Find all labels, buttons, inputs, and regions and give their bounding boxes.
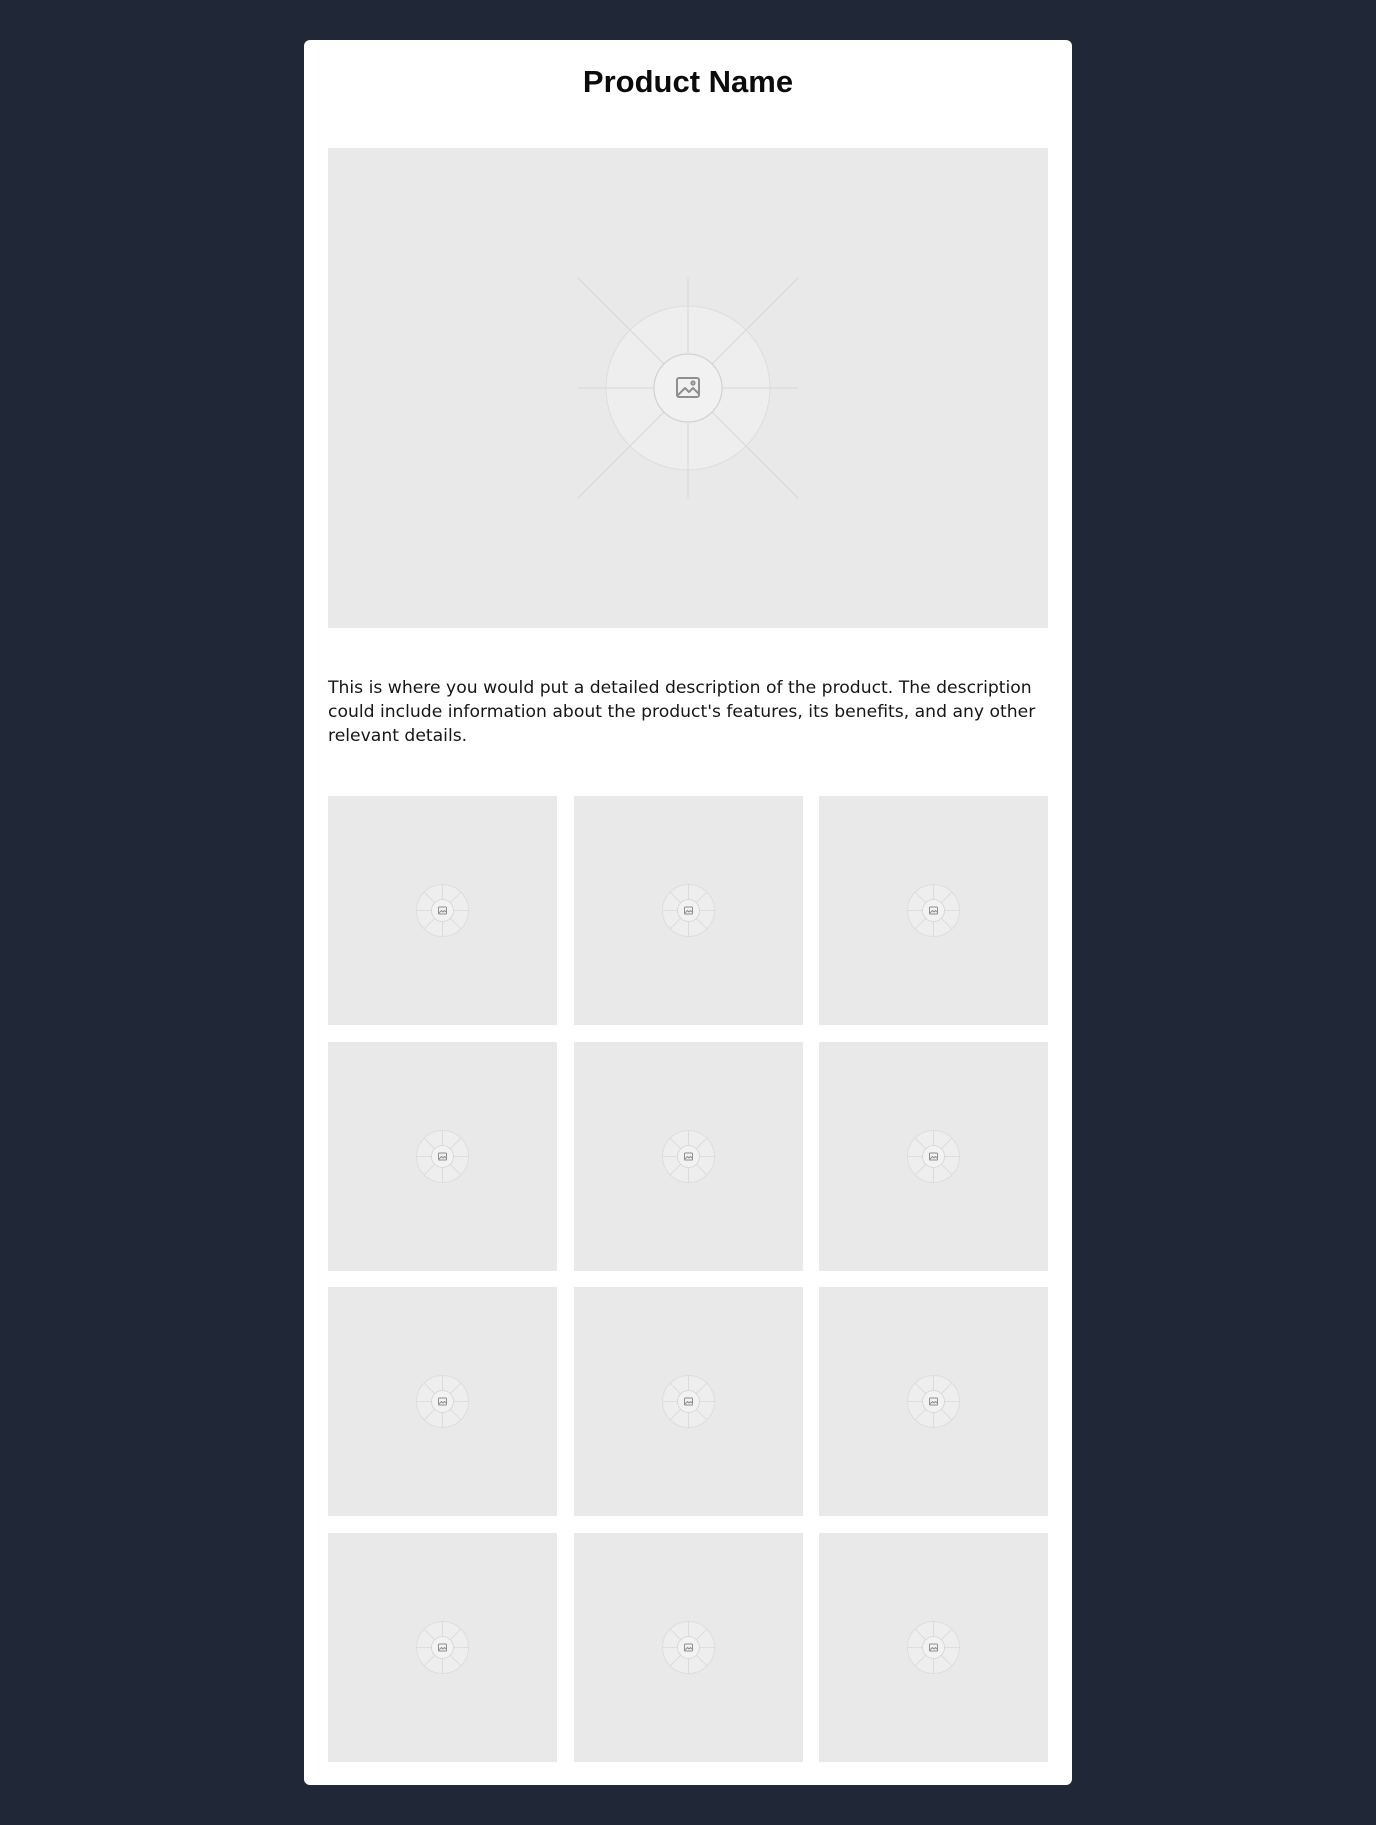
image-placeholder-icon <box>416 1129 469 1183</box>
main-product-image[interactable] <box>328 148 1048 628</box>
gallery-thumbnail[interactable] <box>328 1287 557 1516</box>
image-placeholder-icon <box>661 1375 715 1428</box>
image-placeholder-icon <box>907 884 960 937</box>
gallery-thumbnail[interactable] <box>819 796 1048 1025</box>
gallery-thumbnail[interactable] <box>328 796 557 1025</box>
image-placeholder-icon <box>416 1375 469 1428</box>
image-placeholder-icon <box>907 1375 960 1428</box>
image-placeholder-icon <box>577 277 799 499</box>
gallery-thumbnail[interactable] <box>573 1287 803 1516</box>
image-placeholder-icon <box>907 1129 960 1183</box>
gallery-thumbnail[interactable] <box>819 1532 1048 1762</box>
gallery-thumbnail[interactable] <box>328 1041 557 1271</box>
product-image-gallery <box>328 796 1048 1762</box>
product-title: Product Name <box>582 64 794 99</box>
gallery-thumbnail[interactable] <box>573 796 803 1025</box>
gallery-thumbnail[interactable] <box>573 1532 803 1762</box>
gallery-thumbnail[interactable] <box>328 1532 557 1762</box>
image-placeholder-icon <box>661 1129 715 1183</box>
gallery-thumbnail[interactable] <box>573 1041 803 1271</box>
product-description: This is where you would put a detailed d… <box>328 678 1036 746</box>
image-placeholder-icon <box>416 1620 469 1674</box>
image-placeholder-icon <box>661 884 715 937</box>
gallery-thumbnail[interactable] <box>819 1041 1048 1271</box>
image-placeholder-icon <box>661 1620 715 1674</box>
image-placeholder-icon <box>416 884 469 937</box>
gallery-thumbnail[interactable] <box>819 1287 1048 1516</box>
image-placeholder-icon <box>907 1620 960 1674</box>
product-card: Product Name This is where you would put… <box>304 40 1072 1785</box>
